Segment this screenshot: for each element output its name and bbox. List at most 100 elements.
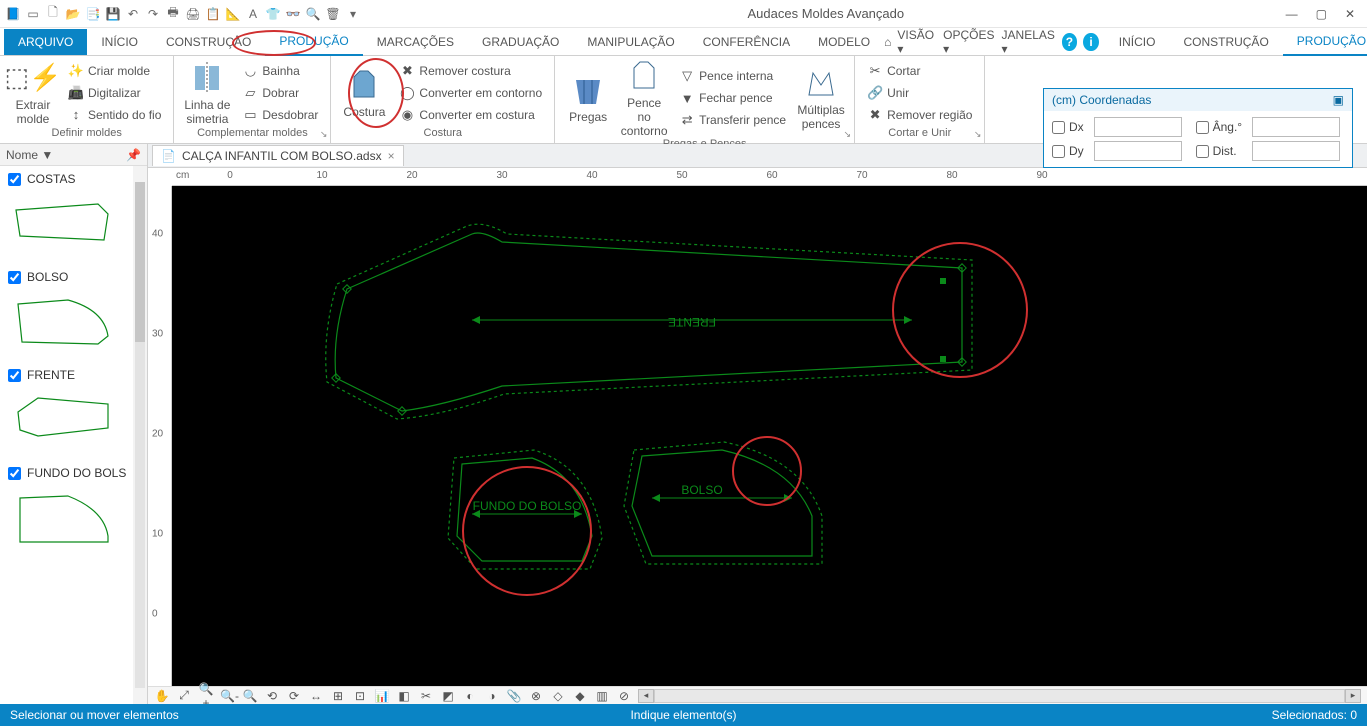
qat-button-8[interactable]: 🖶: [164, 5, 182, 23]
qat-button-6[interactable]: ↶: [124, 5, 142, 23]
view-tool-12[interactable]: ✂: [418, 689, 434, 703]
converter-costura-button[interactable]: ◉Converter em costura: [395, 105, 546, 125]
minimize-button[interactable]: —: [1286, 7, 1298, 21]
tab-início[interactable]: INÍCIO: [1105, 29, 1170, 55]
dy-input[interactable]: [1094, 141, 1182, 161]
file-tab[interactable]: ARQUIVO: [4, 29, 87, 55]
unir-button[interactable]: 🔗Unir: [863, 83, 976, 103]
view-tool-7[interactable]: ↔: [308, 689, 324, 703]
qat-button-5[interactable]: 💾: [104, 5, 122, 23]
scrollbar[interactable]: [133, 166, 147, 704]
remover-regiao-button[interactable]: ✖Remover região: [863, 105, 976, 125]
home-icon[interactable]: ⌂: [884, 35, 891, 49]
view-tool-18[interactable]: ◇: [550, 689, 566, 703]
qat-button-14[interactable]: 👓: [284, 5, 302, 23]
tab-marcações[interactable]: MARCAÇÕES: [363, 29, 468, 55]
transferir-pence-button[interactable]: ⇄Transferir pence: [675, 110, 790, 130]
opcoes-menu[interactable]: OPÇÕES ▾: [943, 28, 995, 56]
view-tool-11[interactable]: ◧: [396, 689, 412, 703]
pence-contorno-button[interactable]: Pence no contorno: [619, 58, 669, 138]
dist-input[interactable]: [1252, 141, 1340, 161]
view-tool-14[interactable]: ◐: [462, 689, 478, 703]
view-tool-21[interactable]: ⊘: [616, 689, 632, 703]
view-tool-10[interactable]: 📊: [374, 689, 390, 703]
dobrar-button[interactable]: ▱Dobrar: [238, 83, 322, 103]
cortar-button[interactable]: ✂Cortar: [863, 61, 976, 81]
view-tool-1[interactable]: ⤢: [176, 688, 192, 703]
qat-button-0[interactable]: 📘: [4, 5, 22, 23]
remover-costura-button[interactable]: ✖Remover costura: [395, 61, 546, 81]
maximize-button[interactable]: ▢: [1316, 7, 1327, 21]
expand-icon[interactable]: ↘: [320, 129, 328, 140]
help-icon[interactable]: ?: [1062, 33, 1078, 51]
coord-close-icon[interactable]: ▣: [1333, 93, 1344, 107]
expand-icon[interactable]: ↘: [974, 129, 982, 140]
ang-input[interactable]: [1252, 117, 1340, 137]
qat-button-17[interactable]: ▾: [344, 5, 362, 23]
h-scrollbar[interactable]: ◂▸: [638, 689, 1361, 703]
close-tab-button[interactable]: ×: [388, 149, 395, 163]
criar-molde-button[interactable]: ✨Criar molde: [64, 61, 165, 81]
info-icon[interactable]: i: [1083, 33, 1099, 51]
qat-button-12[interactable]: A: [244, 5, 262, 23]
view-tool-17[interactable]: ⊗: [528, 689, 544, 703]
qat-button-10[interactable]: 📋: [204, 5, 222, 23]
qat-button-2[interactable]: 🗋: [44, 5, 62, 23]
qat-button-4[interactable]: 📑: [84, 5, 102, 23]
tab-manipulação[interactable]: MANIPULAÇÃO: [573, 29, 688, 55]
view-tool-9[interactable]: ⊡: [352, 689, 368, 703]
piece-check[interactable]: [8, 369, 21, 382]
view-tool-6[interactable]: ⟳: [286, 689, 302, 703]
view-tool-0[interactable]: ✋: [154, 689, 170, 703]
dx-input[interactable]: [1094, 117, 1182, 137]
piece-check[interactable]: [8, 467, 21, 480]
dist-check[interactable]: [1196, 145, 1209, 158]
sentido-fio-button[interactable]: ↕Sentido do fio: [64, 105, 165, 125]
view-tool-20[interactable]: ▥: [594, 689, 610, 703]
document-tab[interactable]: 📄 CALÇA INFANTIL COM BOLSO.adsx ×: [152, 145, 404, 166]
tab-início[interactable]: INÍCIO: [87, 29, 152, 55]
linha-simetria-button[interactable]: Linha de simetria: [182, 58, 232, 127]
qat-button-16[interactable]: 🗑: [324, 5, 342, 23]
ang-check[interactable]: [1196, 121, 1209, 134]
dy-check[interactable]: [1052, 145, 1065, 158]
dx-check[interactable]: [1052, 121, 1065, 134]
piece-check[interactable]: [8, 173, 21, 186]
view-tool-19[interactable]: ◆: [572, 689, 588, 703]
digitalizar-button[interactable]: 📠Digitalizar: [64, 83, 165, 103]
costura-button[interactable]: Costura: [339, 58, 389, 127]
tab-construção[interactable]: CONSTRUÇÃO: [1169, 29, 1282, 55]
view-tool-5[interactable]: ⟲: [264, 689, 280, 703]
pin-icon[interactable]: 📌: [126, 148, 141, 162]
qat-button-11[interactable]: 📐: [224, 5, 242, 23]
view-tool-16[interactable]: 📎: [506, 689, 522, 703]
close-button[interactable]: ✕: [1345, 7, 1355, 21]
janelas-menu[interactable]: JANELAS ▾: [1002, 28, 1056, 56]
visao-menu[interactable]: VISÃO ▾: [897, 28, 937, 56]
bainha-button[interactable]: ◡Bainha: [238, 61, 322, 81]
piece-item[interactable]: FRENTE: [0, 362, 147, 460]
view-tool-8[interactable]: ⊞: [330, 689, 346, 703]
tab-modelo[interactable]: MODELO: [804, 29, 884, 55]
tab-produção[interactable]: PRODUÇÃO: [265, 28, 362, 56]
view-tool-3[interactable]: 🔍-: [220, 689, 236, 703]
view-tool-4[interactable]: 🔍: [242, 689, 258, 703]
converter-contorno-button[interactable]: ◯Converter em contorno: [395, 83, 546, 103]
panel-title[interactable]: Nome ▼: [6, 148, 53, 162]
tab-graduação[interactable]: GRADUAÇÃO: [468, 29, 573, 55]
tab-conferência[interactable]: CONFERÊNCIA: [689, 29, 804, 55]
extrair-molde-button[interactable]: ⬚⚡ Extrair molde: [8, 58, 58, 127]
qat-button-9[interactable]: 🖨: [184, 5, 202, 23]
pence-interna-button[interactable]: ▽Pence interna: [675, 66, 790, 86]
pregas-button[interactable]: Pregas: [563, 58, 613, 138]
view-tool-13[interactable]: ◩: [440, 689, 456, 703]
tab-construção[interactable]: CONSTRUÇÃO: [152, 29, 265, 55]
expand-icon[interactable]: ↘: [844, 129, 852, 140]
qat-button-15[interactable]: 🔍: [304, 5, 322, 23]
qat-button-13[interactable]: 👕: [264, 5, 282, 23]
piece-item[interactable]: FUNDO DO BOLS: [0, 460, 147, 558]
piece-check[interactable]: [8, 271, 21, 284]
fechar-pence-button[interactable]: ▼Fechar pence: [675, 88, 790, 108]
drawing-canvas[interactable]: FRENTE FUNDO DO BOLSO: [172, 186, 1367, 686]
tab-produção[interactable]: PRODUÇÃO: [1283, 28, 1367, 56]
